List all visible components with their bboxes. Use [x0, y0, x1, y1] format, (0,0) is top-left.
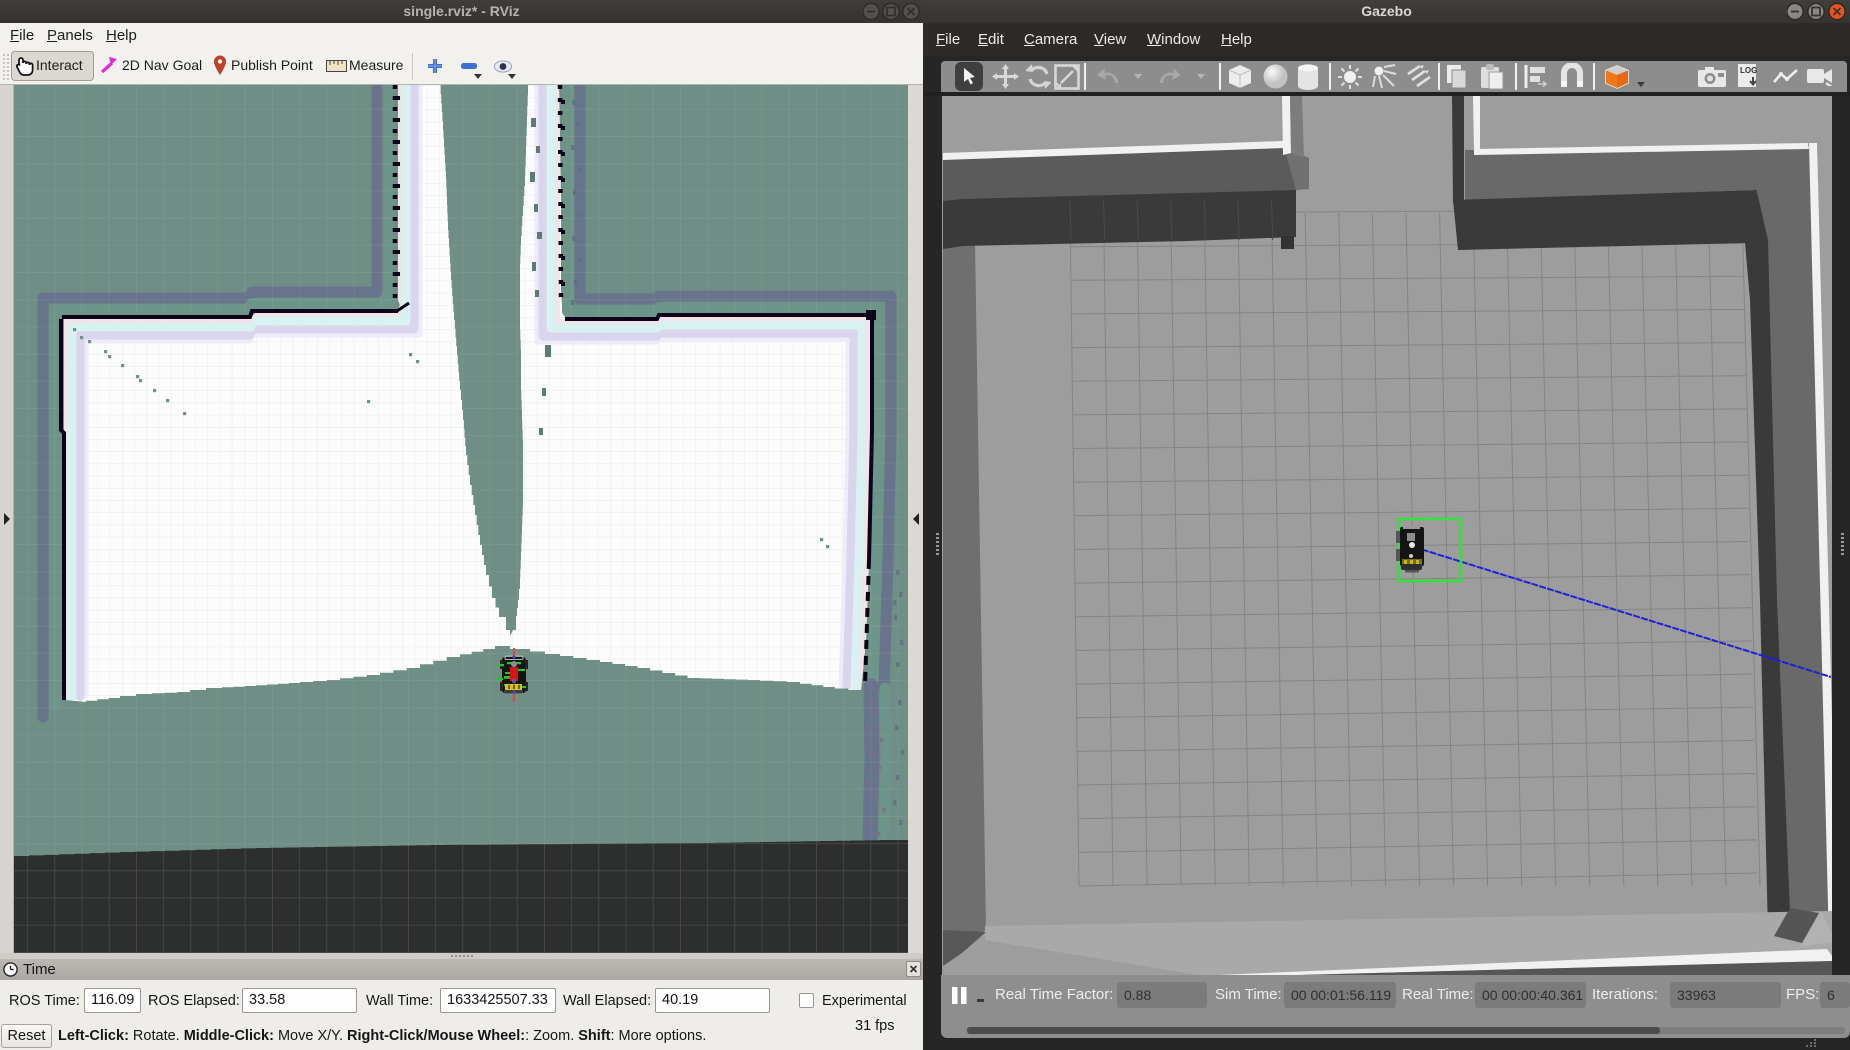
svg-text:LOG: LOG: [1740, 66, 1757, 75]
